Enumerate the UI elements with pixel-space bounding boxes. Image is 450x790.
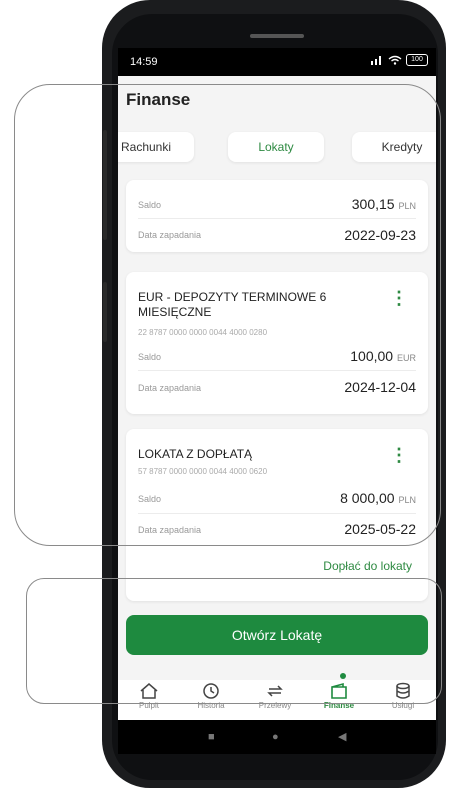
battery-icon: 100 (406, 54, 428, 66)
nav-item-uslugi[interactable]: Usługi (374, 680, 432, 710)
maturity-date-label: Data zapadania (138, 525, 202, 535)
deposit-card[interactable]: Saldo 300,15 PLN Data zapadania 2022-09-… (126, 180, 428, 252)
home-icon (140, 683, 158, 699)
home-circle-icon[interactable]: ● (272, 720, 279, 754)
saldo-label: Saldo (138, 352, 162, 362)
history-icon (203, 683, 219, 699)
status-time: 14:59 (130, 56, 158, 68)
account-number: 57 8787 0000 0000 0044 4000 0620 (138, 467, 268, 476)
wallet-icon (331, 682, 347, 699)
nav-item-przelewy[interactable]: Przelewy (246, 680, 304, 710)
tab-rachunki[interactable]: Rachunki (118, 132, 194, 162)
nav-item-historia[interactable]: Historia (182, 680, 240, 710)
status-icons: 100 (370, 54, 428, 66)
topup-deposit-link[interactable]: Dopłać do lokaty (323, 559, 412, 573)
saldo-label: Saldo (138, 494, 162, 504)
recents-icon[interactable]: ■ (208, 720, 215, 754)
phone-volume-button (103, 130, 107, 240)
phone-power-button (103, 282, 107, 342)
saldo-value: 100,00 EUR (350, 348, 416, 364)
saldo-value: 8 000,00 PLN (340, 490, 416, 506)
transfer-icon (267, 685, 283, 697)
saldo-label: Saldo (138, 200, 162, 210)
back-icon[interactable]: ◀ (338, 720, 346, 754)
maturity-date-value: 2022-09-23 (344, 227, 416, 243)
maturity-date-label: Data zapadania (138, 230, 202, 240)
divider (138, 218, 416, 219)
tab-lokaty[interactable]: Lokaty (228, 132, 324, 162)
divider (138, 370, 416, 371)
deposit-card[interactable]: EUR - DEPOZYTY TERMINOWE 6 MIESIĘCZNE ⋮ … (126, 272, 428, 414)
tab-bar: Rachunki Lokaty Kredyty (118, 132, 436, 164)
active-indicator (340, 673, 346, 679)
page-title: Finanse (126, 90, 191, 109)
database-icon (396, 682, 410, 699)
system-nav-bar: ■ ● ◀ (118, 720, 436, 754)
saldo-value: 300,15 PLN (351, 196, 416, 212)
nav-label: Historia (197, 701, 225, 710)
nav-label: Finanse (323, 701, 355, 710)
signal-icon (371, 56, 381, 65)
wifi-icon (388, 55, 402, 65)
nav-item-pulpit[interactable]: Pulpit (120, 680, 178, 710)
deposit-name: LOKATA Z DOPŁATĄ (138, 447, 253, 461)
maturity-date-value: 2025-05-22 (344, 521, 416, 537)
maturity-date-label: Data zapadania (138, 383, 202, 393)
tab-kredyty[interactable]: Kredyty (352, 132, 436, 162)
maturity-date-value: 2024-12-04 (344, 379, 416, 395)
phone-speaker (250, 34, 304, 38)
account-number: 22 8787 0000 0000 0044 4000 0280 (138, 328, 268, 337)
more-options-icon[interactable]: ⋮ (390, 445, 408, 466)
nav-label: Usługi (391, 701, 415, 710)
nav-label: Przelewy (258, 701, 292, 710)
status-bar: 14:59 100 (118, 48, 436, 76)
bottom-nav: Pulpit Historia Przelewy Finanse Usługi (118, 680, 436, 720)
divider (138, 513, 416, 514)
deposit-card[interactable]: LOKATA Z DOPŁATĄ ⋮ 57 8787 0000 0000 004… (126, 429, 428, 601)
deposit-name: EUR - DEPOZYTY TERMINOWE 6 MIESIĘCZNE (138, 290, 327, 319)
open-deposit-button[interactable]: Otwórz Lokatę (126, 615, 428, 655)
nav-item-finanse[interactable]: Finanse (310, 680, 368, 710)
more-options-icon[interactable]: ⋮ (390, 288, 408, 309)
app-screen: 14:59 100 Finanse Rachunki Lokaty Kredyt… (118, 48, 436, 720)
nav-label: Pulpit (138, 701, 159, 710)
